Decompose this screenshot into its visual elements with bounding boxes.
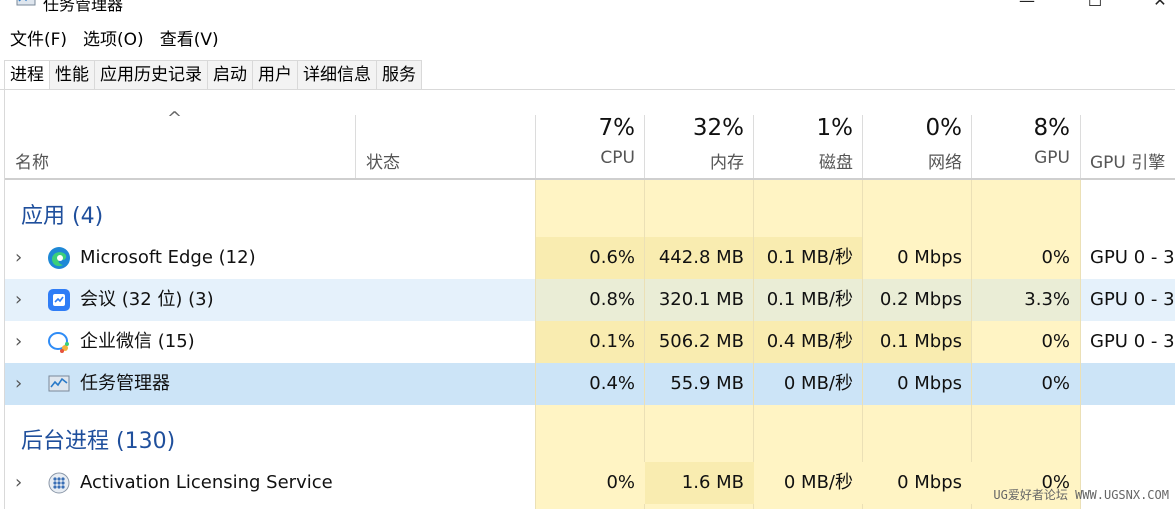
cpu-value: 0.4% — [589, 373, 635, 394]
memory-value: 442.8 MB — [658, 247, 744, 268]
network-value: 0 Mbps — [897, 472, 962, 493]
maximize-button[interactable]: ☐ — [1080, 0, 1110, 12]
column-separator — [753, 180, 754, 509]
column-separator — [862, 180, 863, 509]
disk-total: 1% — [816, 115, 854, 141]
memory-value: 320.1 MB — [658, 289, 744, 310]
menu-options[interactable]: 选项(O) — [73, 26, 150, 54]
table-row[interactable]: › 会议 (32 位) (3) 0.8% 320.1 MB 0.1 MB/秒 0… — [5, 279, 1175, 321]
gpu-value: 3.3% — [1024, 289, 1070, 310]
network-label: 网络 — [928, 153, 962, 173]
minimize-button[interactable]: — — [1012, 0, 1042, 12]
expand-chevron-icon[interactable]: › — [15, 363, 22, 405]
tab-app-history[interactable]: 应用历史记录 — [94, 60, 208, 89]
disk-value: 0 MB/秒 — [783, 472, 853, 493]
task-manager-icon — [48, 375, 70, 392]
expand-chevron-icon[interactable]: › — [15, 462, 22, 504]
cpu-value: 0.1% — [589, 331, 635, 352]
expand-chevron-icon[interactable]: › — [15, 237, 22, 279]
menu-file[interactable]: 文件(F) — [0, 26, 73, 54]
disk-value: 0 MB/秒 — [783, 373, 853, 394]
group-header-background[interactable]: 后台进程 (130) — [21, 423, 175, 455]
memory-value: 1.6 MB — [681, 472, 744, 493]
wecom-icon — [48, 332, 69, 353]
tab-services[interactable]: 服务 — [376, 60, 422, 89]
gpu-value: 0% — [1041, 331, 1070, 352]
table-row[interactable]: › Microsoft Edge (12) 0.6% 442.8 MB 0.1 … — [5, 237, 1175, 279]
process-name: Microsoft Edge (12) — [80, 247, 256, 268]
gpu-value: 0% — [1041, 247, 1070, 268]
process-name: 企业微信 (15) — [80, 331, 195, 352]
tab-processes[interactable]: 进程 — [4, 60, 50, 89]
column-separator — [1080, 180, 1081, 509]
network-total: 0% — [925, 115, 963, 141]
watermark: UG爱好者论坛 WWW.UGSNX.COM — [993, 488, 1169, 502]
process-name: Activation Licensing Service — [80, 472, 333, 493]
tab-strip: 进程 性能 应用历史记录 启动 用户 详细信息 服务 — [4, 60, 422, 89]
title-bar: 任务管理器 — ☐ ✕ — [0, 0, 1175, 22]
memory-value: 506.2 MB — [658, 331, 744, 352]
network-value: 0 Mbps — [897, 373, 962, 394]
table-row[interactable]: › 企业微信 (15) 0.1% 506.2 MB 0.4 MB/秒 0.1 M… — [5, 321, 1175, 363]
service-icon — [48, 472, 70, 494]
disk-label: 磁盘 — [819, 153, 853, 173]
tab-users[interactable]: 用户 — [252, 60, 298, 89]
tab-details[interactable]: 详细信息 — [297, 60, 377, 89]
column-status-label: 状态 — [366, 153, 400, 173]
cpu-value: 0% — [606, 472, 635, 493]
network-value: 0.2 Mbps — [879, 289, 962, 310]
cpu-total: 7% — [598, 115, 636, 141]
column-header-network[interactable]: 0% 网络 — [863, 115, 972, 179]
column-name-label: 名称 — [15, 153, 49, 173]
cpu-label: CPU — [600, 148, 635, 168]
column-header-status[interactable]: 状态 — [356, 115, 535, 179]
window-title: 任务管理器 — [43, 0, 124, 14]
expand-chevron-icon[interactable]: › — [15, 321, 22, 363]
column-header-memory[interactable]: 32% 内存 — [645, 115, 754, 179]
memory-value: 55.9 MB — [670, 373, 744, 394]
column-separator — [971, 180, 972, 509]
task-manager-icon — [16, 0, 36, 6]
edge-icon — [48, 247, 70, 269]
disk-value: 0.1 MB/秒 — [766, 247, 853, 268]
menu-view[interactable]: 查看(V) — [150, 26, 225, 54]
close-button[interactable]: ✕ — [1145, 0, 1175, 12]
network-value: 0 Mbps — [897, 247, 962, 268]
column-header-gpu-engine[interactable]: GPU 引擎 — [1081, 115, 1175, 179]
group-header-apps[interactable]: 应用 (4) — [21, 198, 103, 230]
column-header-disk[interactable]: 1% 磁盘 — [754, 115, 863, 179]
gpu-total: 8% — [1033, 115, 1071, 141]
gpu-label: GPU — [1034, 148, 1070, 168]
column-header-name[interactable]: 名称 — [5, 115, 355, 179]
network-value: 0.1 Mbps — [879, 331, 962, 352]
gpu-engine-value: GPU 0 - 3D — [1090, 331, 1175, 352]
disk-value: 0.1 MB/秒 — [766, 289, 853, 310]
expand-chevron-icon[interactable]: › — [15, 279, 22, 321]
meeting-icon — [48, 289, 70, 311]
gpu-engine-value: GPU 0 - 3D — [1090, 247, 1175, 268]
column-header-gpu[interactable]: 8% GPU — [972, 115, 1080, 179]
memory-total: 32% — [692, 115, 744, 141]
disk-value: 0.4 MB/秒 — [766, 331, 853, 352]
cpu-value: 0.6% — [589, 247, 635, 268]
column-separator — [644, 180, 645, 509]
table-row[interactable]: › 任务管理器 0.4% 55.9 MB 0 MB/秒 0 Mbps 0% — [5, 363, 1175, 405]
header-divider — [5, 178, 1175, 180]
process-name: 任务管理器 — [80, 373, 170, 394]
gpu-value: 0% — [1041, 373, 1070, 394]
gpu-engine-label: GPU 引擎 — [1090, 153, 1166, 173]
tab-performance[interactable]: 性能 — [49, 60, 95, 89]
process-name: 会议 (32 位) (3) — [80, 289, 214, 310]
gpu-engine-value: GPU 0 - 3D — [1090, 289, 1175, 310]
column-header-cpu[interactable]: 7% CPU — [536, 115, 645, 179]
cpu-value: 0.8% — [589, 289, 635, 310]
memory-label: 内存 — [710, 153, 744, 173]
column-separator — [535, 180, 536, 509]
tab-divider — [0, 89, 1175, 90]
tab-startup[interactable]: 启动 — [207, 60, 253, 89]
menu-bar: 文件(F) 选项(O) 查看(V) — [0, 26, 225, 54]
